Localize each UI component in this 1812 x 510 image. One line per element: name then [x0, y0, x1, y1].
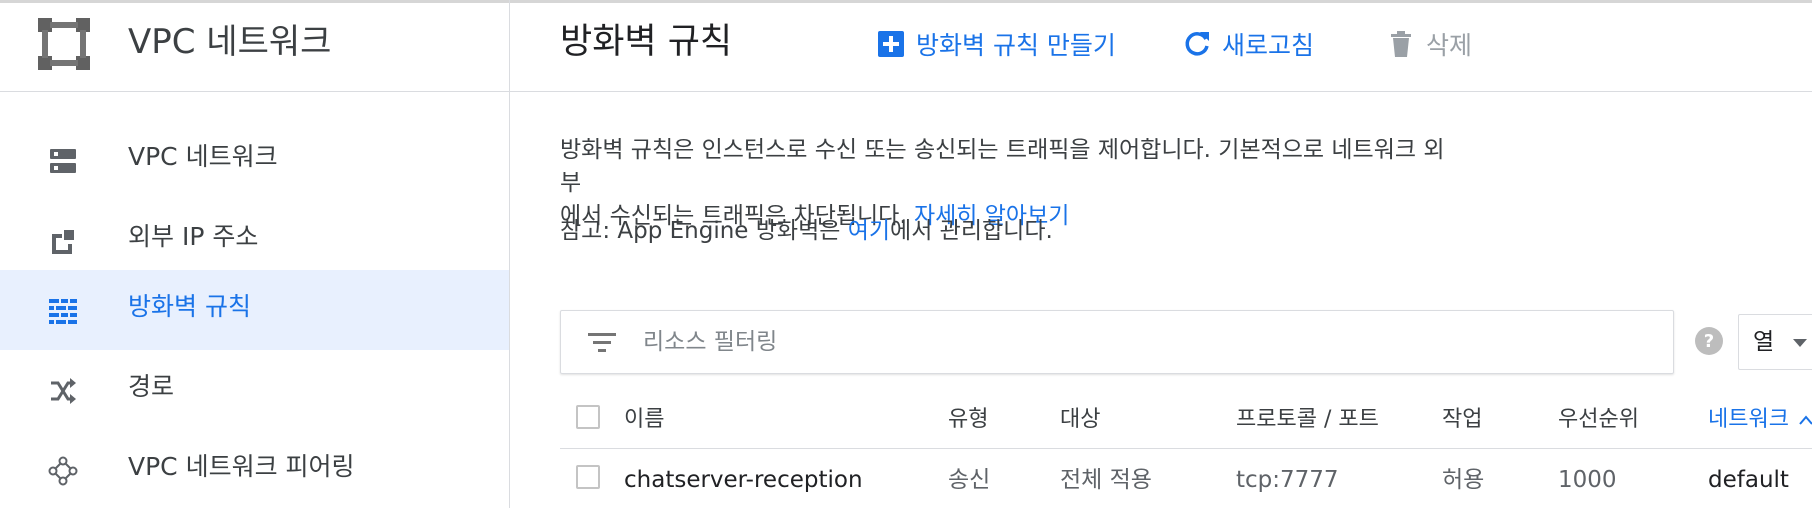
sidebar-title: VPC 네트워크 — [128, 22, 332, 62]
rule-protocol: tcp:7777 — [1236, 467, 1339, 493]
refresh-button-label: 새로고침 — [1222, 31, 1315, 60]
rule-priority: 1000 — [1558, 467, 1617, 493]
refresh-icon — [1185, 32, 1209, 56]
columns-label: 열 — [1753, 329, 1775, 355]
table-header-row: 이름 유형 대상 프로토콜 / 포트 작업 우선순위 네트워크 — [560, 392, 1812, 449]
col-header-action[interactable]: 작업 — [1442, 392, 1482, 448]
sidebar-item-label: 경로 — [128, 372, 175, 401]
rule-action: 허용 — [1442, 467, 1485, 493]
sidebar: VPC 네트워크 VPC 네트워크 외부 IP 주소 방화벽 규칙 경로 VPC… — [0, 0, 510, 508]
sidebar-item-label: VPC 네트워크 피어링 — [128, 452, 355, 481]
filter-list-icon — [588, 333, 616, 352]
sidebar-item-label: VPC 네트워크 — [128, 142, 278, 171]
refresh-button[interactable]: 새로고침 — [1182, 24, 1314, 64]
col-header-network[interactable]: 네트워크 — [1708, 392, 1789, 448]
col-header-name[interactable]: 이름 — [624, 392, 664, 448]
sidebar-header: VPC 네트워크 — [0, 0, 510, 92]
vpc-logo-icon — [38, 18, 90, 70]
col-header-type[interactable]: 유형 — [948, 392, 988, 448]
svg-text:?: ? — [1704, 331, 1714, 352]
add-box-icon — [878, 31, 904, 57]
sidebar-item-vpc-network[interactable]: VPC 네트워크 — [0, 120, 509, 200]
col-header-priority[interactable]: 우선순위 — [1558, 392, 1639, 448]
col-header-protocol[interactable]: 프로토콜 / 포트 — [1236, 392, 1379, 448]
note-suffix: 에서 관리합니다. — [890, 218, 1053, 244]
select-all-checkbox[interactable] — [576, 405, 600, 429]
rule-type: 송신 — [948, 467, 991, 493]
peering-icon — [48, 456, 78, 486]
rule-target: 전체 적용 — [1060, 467, 1152, 493]
page-header: 방화벽 규칙 방화벽 규칙 만들기 새로고침 삭제 — [510, 0, 1812, 92]
sidebar-item-routes[interactable]: 경로 — [0, 350, 509, 430]
external-ip-icon — [52, 230, 74, 254]
rule-name[interactable]: chatserver-reception — [624, 452, 863, 508]
columns-dropdown[interactable]: 열 — [1738, 314, 1812, 370]
create-button-label: 방화벽 규칙 만들기 — [916, 31, 1116, 60]
help-icon[interactable]: ? — [1694, 326, 1724, 356]
sidebar-item-peering[interactable]: VPC 네트워크 피어링 — [0, 430, 509, 510]
row-checkbox[interactable] — [576, 465, 600, 489]
firewall-icon — [49, 299, 77, 324]
sidebar-item-firewall[interactable]: 방화벽 규칙 — [0, 270, 509, 350]
col-header-target[interactable]: 대상 — [1060, 392, 1100, 448]
sidebar-item-external-ip[interactable]: 외부 IP 주소 — [0, 200, 509, 280]
routes-icon — [51, 378, 76, 404]
create-firewall-rule-button[interactable]: 방화벽 규칙 만들기 — [876, 24, 1116, 64]
note-prefix: 참고: App Engine 방화벽은 — [560, 218, 848, 244]
chevron-down-icon — [1793, 339, 1807, 347]
trash-icon — [1391, 31, 1411, 57]
delete-button-label: 삭제 — [1426, 31, 1473, 60]
vpc-network-icon — [50, 149, 76, 173]
table-row[interactable]: chatserver-reception 송신 전체 적용 tcp:7777 허… — [560, 448, 1812, 504]
rule-network[interactable]: default — [1708, 452, 1789, 508]
description-line-1: 방화벽 규칙은 인스턴스로 수신 또는 송신되는 트래픽을 제어합니다. 기본적… — [560, 137, 1445, 196]
sort-ascending-icon[interactable] — [1798, 414, 1812, 426]
sidebar-item-label: 외부 IP 주소 — [128, 222, 259, 251]
sidebar-item-label: 방화벽 규칙 — [128, 292, 251, 321]
app-engine-here-link[interactable]: 여기 — [848, 218, 890, 244]
resource-filter[interactable] — [560, 310, 1674, 374]
delete-button[interactable]: 삭제 — [1386, 24, 1472, 64]
app-engine-note: 참고: App Engine 방화벽은 여기에서 관리합니다. — [560, 214, 1053, 248]
page-title: 방화벽 규칙 — [560, 22, 733, 62]
filter-input[interactable] — [643, 323, 1543, 361]
